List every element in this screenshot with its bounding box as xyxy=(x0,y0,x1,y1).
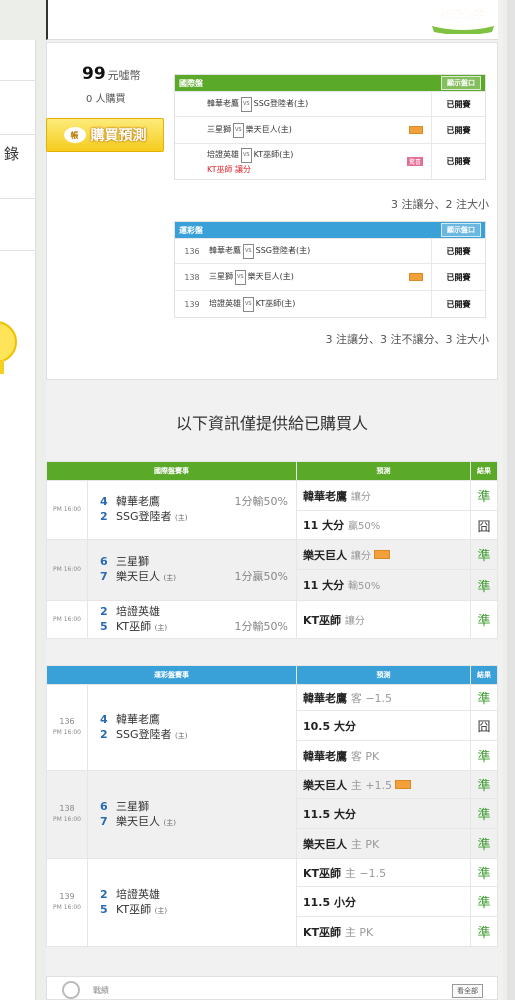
sidebar-divider xyxy=(0,80,36,81)
lightbulb-icon xyxy=(0,321,17,374)
buy-prediction-label: 購買預測 xyxy=(90,128,147,144)
result-mark: 囧 xyxy=(470,710,498,741)
table-row: 138 PM 16:00 6 三星獅 7 樂天巨人 (主) 樂天巨人 主 +1.5 準 xyxy=(46,770,498,859)
col-header-result: 結果 xyxy=(470,665,498,685)
vs-icon: VS xyxy=(243,243,254,259)
game-status: 已開賽 xyxy=(431,117,485,143)
result-mark: 準 xyxy=(470,539,498,570)
mini-row: 三星獅 VS 樂天巨人(主) 已開賽 xyxy=(175,116,485,143)
intl-mini-table: 國際盤 顯示盤口 韓華老鷹 VS SSG登陸者(主) 已開賽 三星獅 VS 樂天巨人(主… xyxy=(174,74,486,180)
result-mark: 準 xyxy=(470,770,498,799)
sidebar-divider xyxy=(0,250,36,251)
result-mark: 準 xyxy=(470,886,498,917)
result-mark: 囧 xyxy=(470,510,498,540)
upgrade-icon xyxy=(373,549,390,559)
record-icon xyxy=(62,981,80,999)
col-header-result: 結果 xyxy=(470,461,498,481)
main-content: 莊家殺手 韓棒國際盤 99 元噓幣 0 人購買 帳 購買預測 國際盤 顯示盤口 韓… xyxy=(46,0,503,1000)
mini-row: 韓華老鷹 VS SSG登陸者(主) 已開賽 xyxy=(175,91,485,116)
upgrade-icon xyxy=(395,779,412,789)
show-odds-button[interactable]: 顯示盤口 xyxy=(441,223,481,237)
pick-text: KT巫師 讓分 xyxy=(207,164,252,174)
intl-prediction-table: 國際盤賽事 預測 結果 PM 16:00 4 韓華老鷹 1分輸50% 2 SSG登陸者… xyxy=(46,461,498,639)
result-mark: 準 xyxy=(470,916,498,947)
table-row: 139 PM 16:00 2 培證英雄 5 KT巫師 (主) KT巫師 主 −1.5 … xyxy=(46,858,498,947)
result-mark: 準 xyxy=(470,569,498,601)
mini-row: 138 三星獅 VS 樂天巨人(主) 已開賽 xyxy=(175,263,485,290)
result-mark: 準 xyxy=(470,740,498,771)
lottery-prediction-table: 運彩盤賽事 預測 結果 136 PM 16:00 4 韓華老鷹 2 SSG登陸者 (主… xyxy=(46,665,498,947)
show-odds-button[interactable]: 顯示盤口 xyxy=(441,76,481,90)
lottery-summary: 3 注讓分、3 注不讓分、3 注大小 xyxy=(325,333,490,346)
intl-summary: 3 注讓分、2 注大小 xyxy=(391,198,489,211)
game-status: 已開賽 xyxy=(431,144,485,179)
brand-logo: 莊家殺手 韓棒國際盤 xyxy=(432,7,494,34)
record-label: 戰績 xyxy=(93,986,109,995)
col-header-prediction: 預測 xyxy=(296,461,471,481)
mini-row: 培證英雄 VS KT巫師(主) KT巫師 讓分 驚喜 已開賽 xyxy=(175,143,485,179)
lottery-mini-table: 運彩盤 顯示盤口 136 韓華老鷹 VS SSG登陸者(主) 已開賽 138 三星獅… xyxy=(174,221,486,318)
table-row: PM 16:00 6 三星獅 7 樂天巨人 (主) 1分贏50% 樂天巨人 讓分 準 xyxy=(46,539,498,601)
upgrade-icon xyxy=(409,273,423,281)
surprise-badge: 驚喜 xyxy=(406,157,423,166)
header-box: 莊家殺手 韓棒國際盤 xyxy=(46,0,498,40)
price: 99 元噓幣 xyxy=(82,64,141,84)
result-mark: 準 xyxy=(470,600,498,639)
game-status: 已開賽 xyxy=(431,291,485,317)
vs-icon: VS xyxy=(241,147,252,163)
view-all-button[interactable]: 看全部 xyxy=(452,984,483,998)
table-row: PM 16:00 4 韓華老鷹 1分輸50% 2 SSG登陸者 (主) 韓華老鷹 讓分… xyxy=(46,480,498,540)
table-row: PM 16:00 2 培證英雄 5 KT巫師 (主) 1分輸50% KT巫師 讓分 準 xyxy=(46,600,498,639)
mini-row: 139 培證英雄 VS KT巫師(主) 已開賽 xyxy=(175,290,485,317)
result-mark: 準 xyxy=(470,798,498,829)
buy-prediction-button[interactable]: 帳 購買預測 xyxy=(46,118,164,152)
left-sidebar: 錄 xyxy=(0,40,36,1000)
vs-icon: VS xyxy=(235,269,246,285)
result-mark: 準 xyxy=(470,684,498,711)
game-status: 已開賽 xyxy=(431,239,485,263)
table-row: 136 PM 16:00 4 韓華老鷹 2 SSG登陸者 (主) 韓華老鷹 客 −1.… xyxy=(46,684,498,771)
brand-title: 莊家殺手 xyxy=(440,7,485,21)
coin-icon: 帳 xyxy=(63,127,86,143)
record-footer: 戰績 看全部 xyxy=(46,976,498,1000)
col-header-games: 國際盤賽事 xyxy=(46,461,297,481)
intl-mini-title: 國際盤 xyxy=(179,78,203,88)
result-mark: 準 xyxy=(470,480,498,511)
lottery-mini-title: 運彩盤 xyxy=(179,225,203,235)
result-mark: 準 xyxy=(470,828,498,859)
vs-icon: VS xyxy=(233,122,244,138)
brand-subtitle: 韓棒國際盤 xyxy=(450,23,475,30)
upgrade-icon xyxy=(409,126,423,134)
vs-icon: VS xyxy=(243,296,254,312)
mini-row: 136 韓華老鷹 VS SSG登陸者(主) 已開賽 xyxy=(175,238,485,263)
vs-icon: VS xyxy=(241,96,252,112)
sidebar-divider xyxy=(0,198,36,199)
buyer-count: 0 人購買 xyxy=(86,94,126,105)
sidebar-divider xyxy=(0,134,36,135)
scrollbar[interactable] xyxy=(507,0,515,1000)
game-status: 已開賽 xyxy=(431,92,485,116)
sidebar-item-record[interactable]: 錄 xyxy=(4,143,19,164)
buyers-only-notice: 以下資訊僅提供給已購買人 xyxy=(175,414,368,433)
result-mark: 準 xyxy=(470,858,498,887)
col-header-games: 運彩盤賽事 xyxy=(46,665,297,685)
game-status: 已開賽 xyxy=(431,264,485,290)
col-header-prediction: 預測 xyxy=(296,665,471,685)
